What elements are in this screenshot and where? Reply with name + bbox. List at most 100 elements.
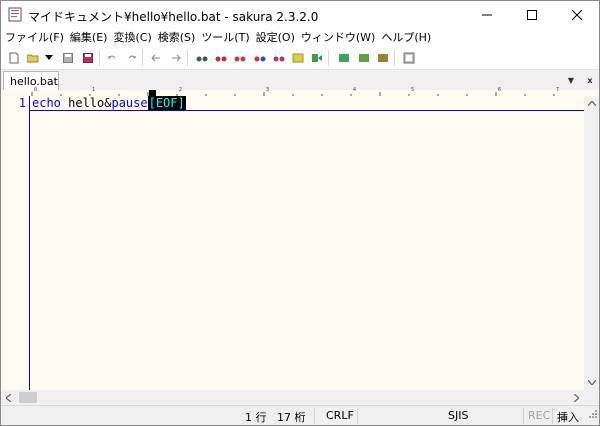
- ruler-mark-1: 1: [92, 87, 96, 93]
- arrow-right-icon: [172, 54, 181, 62]
- open-file-button[interactable]: [26, 51, 40, 65]
- tab-bar: hello.bat ▼ x: [1, 70, 599, 91]
- maximize-icon: [526, 10, 537, 20]
- line-number-gutter: 1: [1, 96, 28, 390]
- settings-button[interactable]: [402, 51, 416, 65]
- dropdown-arrow-icon: [45, 55, 53, 60]
- outline-icon: [339, 54, 349, 62]
- save-icon: [63, 53, 73, 63]
- replace-icon: [254, 56, 266, 62]
- horizontal-scrollbar[interactable]: [1, 390, 584, 405]
- search-clear-icon: [273, 56, 285, 62]
- line-number: 1: [18, 96, 26, 110]
- horizontal-scroll-thumb[interactable]: [19, 392, 37, 403]
- scroll-down-button[interactable]: [584, 375, 599, 390]
- tab-close-button[interactable]: x: [583, 72, 597, 88]
- redo-icon: [128, 55, 136, 59]
- binoculars-icon: [196, 56, 208, 62]
- tag-jump-button[interactable]: [310, 51, 324, 65]
- toolbar-separator: [142, 50, 143, 66]
- scrollbar-corner: [584, 390, 599, 405]
- app-window: マイドキュメント¥hello¥hello.bat - sakura 2.3.2.…: [0, 0, 600, 426]
- macro-button[interactable]: [376, 51, 390, 65]
- outline-button[interactable]: [337, 51, 351, 65]
- status-line: 1 行: [245, 411, 267, 424]
- keyword-pause: pause: [111, 96, 148, 110]
- toolbar-separator: [394, 50, 395, 66]
- open-dropdown-button[interactable]: [42, 51, 56, 65]
- sakura-app-icon: [8, 7, 22, 22]
- new-file-icon: [9, 52, 19, 64]
- search-previous-icon: [215, 56, 227, 62]
- grep-button[interactable]: [291, 51, 305, 65]
- minimize-button[interactable]: [464, 1, 509, 29]
- status-column: 17 桁: [277, 411, 306, 424]
- window-title: マイドキュメント¥hello¥hello.bat - sakura 2.3.2.…: [28, 10, 319, 24]
- chevron-left-icon: [6, 393, 11, 402]
- menu-edit[interactable]: 編集(E): [67, 29, 111, 47]
- ruler-mark-5: 5: [411, 87, 415, 93]
- new-file-button[interactable]: [7, 51, 21, 65]
- menu-convert[interactable]: 変換(C): [110, 29, 154, 47]
- menu-tools[interactable]: ツール(T): [198, 29, 252, 47]
- compare-button[interactable]: [357, 51, 371, 65]
- scroll-right-button[interactable]: [569, 390, 584, 405]
- save-as-button[interactable]: [81, 51, 95, 65]
- search-clear-button[interactable]: [272, 51, 286, 65]
- status-separator: [552, 408, 553, 424]
- ruler-mark-4: 4: [353, 87, 357, 93]
- status-rec: REC: [528, 409, 551, 422]
- cursor-line-underline: [30, 110, 584, 111]
- close-icon: [571, 10, 582, 20]
- ruler-mark-0: 0: [34, 87, 38, 93]
- close-button[interactable]: [554, 1, 599, 29]
- vertical-scrollbar[interactable]: [584, 96, 599, 390]
- toolbar-separator: [328, 50, 329, 66]
- ruler-mark-2: 2: [179, 87, 183, 93]
- menu-settings[interactable]: 設定(O): [253, 29, 298, 47]
- tab-list-dropdown-button[interactable]: ▼: [564, 72, 578, 88]
- status-separator: [314, 408, 315, 424]
- compare-icon: [359, 54, 369, 62]
- search-next-button[interactable]: [233, 51, 247, 65]
- save-button[interactable]: [61, 51, 75, 65]
- tab-label: hello.bat: [10, 74, 58, 88]
- search-previous-button[interactable]: [214, 51, 228, 65]
- redo-button[interactable]: [125, 51, 139, 65]
- title-bar[interactable]: マイドキュメント¥hello¥hello.bat - sakura 2.3.2.…: [1, 1, 599, 29]
- settings-icon: [403, 52, 415, 64]
- open-folder-icon: [27, 54, 39, 63]
- search-next-icon: [234, 56, 246, 62]
- menu-window[interactable]: ウィンドウ(W): [298, 29, 378, 47]
- macro-icon: [378, 54, 388, 62]
- ruler-mark-7: 7: [556, 87, 560, 93]
- status-insert-mode[interactable]: 挿入: [557, 409, 579, 425]
- menu-file[interactable]: ファイル(F): [1, 29, 67, 47]
- menu-search[interactable]: 検索(S): [155, 29, 199, 47]
- code-line[interactable]: echo hello& pause [EOF]: [32, 96, 186, 111]
- undo-button[interactable]: [105, 51, 119, 65]
- toolbar-separator: [187, 50, 188, 66]
- editor-area[interactable]: 1 echo hello& pause [EOF]: [1, 96, 599, 390]
- arrow-left-icon: [151, 54, 160, 62]
- menu-help[interactable]: ヘルプ(H): [378, 29, 434, 47]
- search-button[interactable]: [195, 51, 209, 65]
- undo-icon: [108, 55, 116, 59]
- move-next-button[interactable]: [169, 51, 183, 65]
- status-separator: [357, 408, 358, 424]
- move-previous-button[interactable]: [149, 51, 163, 65]
- scroll-up-button[interactable]: [584, 96, 599, 111]
- resize-grip-icon[interactable]: [586, 407, 598, 419]
- scroll-left-button[interactable]: [1, 390, 16, 405]
- toolbar: [1, 47, 599, 70]
- toolbar-separator: [99, 50, 100, 66]
- tab-hello-bat[interactable]: hello.bat: [3, 71, 59, 90]
- maximize-button[interactable]: [509, 1, 554, 29]
- keyword-echo: echo: [32, 96, 61, 110]
- status-eol[interactable]: CRLF: [326, 409, 354, 422]
- ruler-mark-3: 3: [266, 87, 270, 93]
- status-encoding[interactable]: SJIS: [448, 409, 468, 422]
- status-separator: [523, 408, 524, 424]
- code-text: hello&: [60, 96, 112, 110]
- replace-button[interactable]: [253, 51, 267, 65]
